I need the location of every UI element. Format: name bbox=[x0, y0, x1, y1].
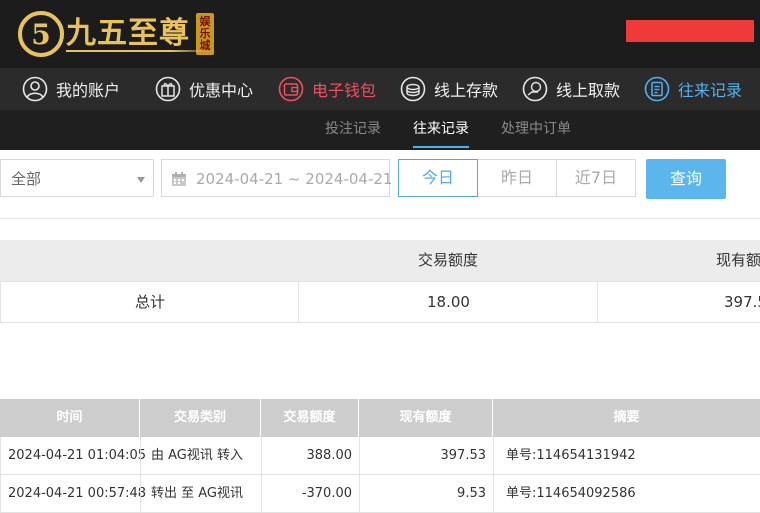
nav-label: 电子钱包 bbox=[312, 81, 377, 100]
wallet-icon bbox=[278, 76, 304, 102]
cell-time: 2024-04-21 00:57:48 bbox=[0, 475, 146, 512]
nav-item-deposit[interactable]: 线上存款 bbox=[400, 68, 498, 110]
col-amount: 交易额度 bbox=[261, 399, 359, 437]
cell-type: 转出 至 AG视讯 bbox=[140, 475, 261, 512]
nav-label: 优惠中心 bbox=[189, 81, 254, 100]
nav-item-wallet[interactable]: 电子钱包 bbox=[278, 68, 376, 110]
tab-bet-records[interactable]: 投注记录 bbox=[325, 110, 381, 150]
cell-amount: 388.00 bbox=[261, 437, 359, 474]
logo-underline bbox=[66, 50, 216, 52]
table-row: 2024-04-21 01:04:05 由 AG视讯 转入 388.00 397… bbox=[0, 437, 760, 475]
summary-row: 总计 18.00 397.5 bbox=[0, 281, 760, 323]
tab-pending-orders[interactable]: 处理中订单 bbox=[501, 110, 571, 150]
nav-item-records[interactable]: 往来记录 bbox=[644, 68, 742, 110]
select-value: 全部 bbox=[11, 170, 42, 188]
cell-balance: 397.53 bbox=[359, 437, 493, 474]
today-button[interactable]: 今日 bbox=[398, 159, 478, 197]
deposit-icon bbox=[400, 76, 426, 102]
transaction-type-select[interactable]: 全部 bbox=[0, 159, 154, 197]
cell-type: 由 AG视讯 转入 bbox=[140, 437, 261, 474]
cell-time: 2024-04-21 01:04:05 bbox=[0, 437, 146, 474]
cell-balance: 9.53 bbox=[359, 475, 493, 512]
cell-memo: 单号:114654092586 bbox=[493, 475, 760, 512]
cell-amount: -370.00 bbox=[261, 475, 359, 512]
table-row: 2024-04-21 00:57:48 转出 至 AG视讯 -370.00 9.… bbox=[0, 475, 760, 513]
summary-amount: 18.00 bbox=[298, 282, 598, 322]
nav-item-account[interactable]: 我的账户 bbox=[22, 68, 120, 110]
yesterday-button[interactable]: 昨日 bbox=[477, 159, 557, 197]
last-7-days-button[interactable]: 近7日 bbox=[556, 159, 636, 197]
summary-header-balance: 现有额 bbox=[716, 251, 760, 269]
site-logo[interactable]: 5 九五至尊 娱乐城 bbox=[18, 6, 214, 62]
redacted-username bbox=[626, 20, 754, 42]
nav-label: 线上取款 bbox=[556, 81, 621, 100]
site-header: 5 九五至尊 娱乐城 bbox=[0, 0, 760, 68]
summary-balance: 397.5 bbox=[597, 282, 760, 322]
logo-mark-icon: 5 bbox=[18, 11, 64, 57]
caret-down-icon bbox=[137, 177, 145, 183]
nav-label: 我的账户 bbox=[56, 81, 121, 100]
summary-header-amount: 交易额度 bbox=[418, 251, 479, 269]
nav-label: 线上存款 bbox=[434, 81, 499, 100]
search-button[interactable]: 查询 bbox=[646, 159, 726, 199]
calendar-icon bbox=[172, 172, 186, 186]
date-range-text: 2024-04-21 ~ 2024-04-21 bbox=[196, 170, 393, 188]
main-nav: 我的账户 优惠中心 电子钱包 线上存款 线上取款 往来记录 bbox=[0, 68, 760, 110]
tab-transaction-records[interactable]: 往来记录 bbox=[413, 110, 469, 150]
cell-memo: 单号:114654131942 bbox=[493, 437, 760, 474]
user-icon bbox=[22, 76, 48, 102]
summary-header: 交易额度 现有额 bbox=[0, 240, 760, 281]
date-range-input[interactable]: 2024-04-21 ~ 2024-04-21 bbox=[161, 159, 393, 197]
col-balance: 现有额度 bbox=[359, 399, 493, 437]
records-icon bbox=[644, 76, 670, 102]
gift-icon bbox=[155, 76, 181, 102]
divider bbox=[0, 218, 760, 219]
nav-item-withdraw[interactable]: 线上取款 bbox=[522, 68, 620, 110]
summary-total-label: 总计 bbox=[0, 282, 299, 322]
col-memo: 摘要 bbox=[613, 410, 640, 425]
withdraw-icon bbox=[522, 76, 548, 102]
logo-badge: 娱乐城 bbox=[196, 13, 214, 55]
nav-item-promotions[interactable]: 优惠中心 bbox=[155, 68, 253, 110]
logo-digit: 5 bbox=[31, 18, 50, 51]
col-type: 交易类别 bbox=[140, 399, 261, 437]
sub-nav: 投注记录 往来记录 处理中订单 bbox=[0, 110, 760, 150]
col-time: 时间 bbox=[0, 399, 140, 437]
details-header: 时间 交易类别 交易额度 现有额度 摘要 bbox=[0, 399, 760, 437]
nav-label: 往来记录 bbox=[678, 81, 743, 100]
logo-text: 九五至尊 bbox=[66, 16, 190, 51]
